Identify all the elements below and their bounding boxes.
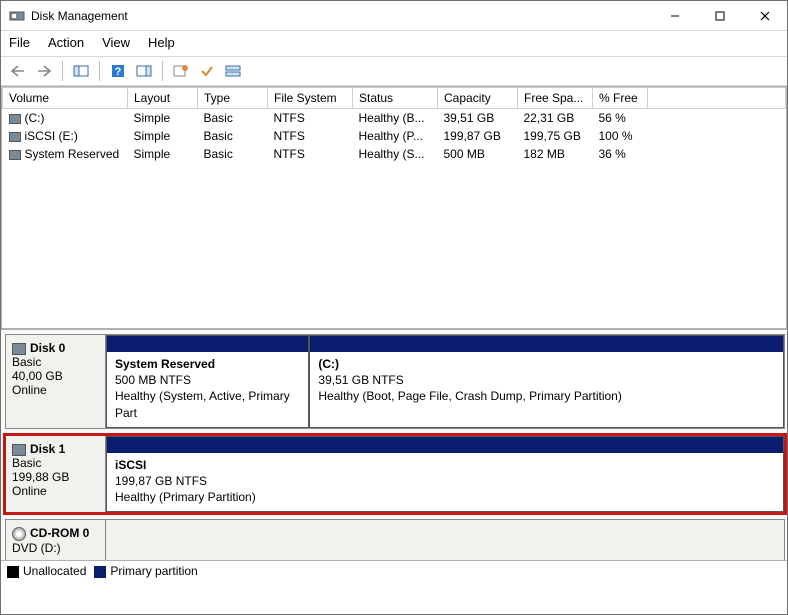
cdrom-icon — [12, 527, 26, 541]
menubar: File Action View Help — [1, 31, 787, 57]
volume-table: Volume Layout Type File System Status Ca… — [2, 87, 786, 163]
titlebar: Disk Management — [1, 1, 787, 31]
col-freespace[interactable]: Free Spa... — [518, 88, 593, 109]
partition[interactable]: (C:)39,51 GB NTFSHealthy (Boot, Page Fil… — [309, 335, 784, 428]
swatch-unallocated — [7, 566, 19, 578]
partition[interactable]: System Reserved500 MB NTFSHealthy (Syste… — [106, 335, 309, 428]
help-button[interactable]: ? — [107, 60, 129, 82]
column-header-row: Volume Layout Type File System Status Ca… — [3, 88, 786, 109]
col-volume[interactable]: Volume — [3, 88, 128, 109]
menu-action[interactable]: Action — [48, 35, 84, 50]
disk-icon — [12, 343, 26, 355]
volume-row[interactable]: (C:)SimpleBasicNTFSHealthy (B...39,51 GB… — [3, 109, 786, 128]
volume-row[interactable]: iSCSI (E:)SimpleBasicNTFSHealthy (P...19… — [3, 127, 786, 145]
refresh-button[interactable] — [170, 60, 192, 82]
action-pane-button[interactable] — [133, 60, 155, 82]
disk-partitions — [106, 520, 784, 560]
toolbar-separator — [99, 61, 100, 81]
disk-row[interactable]: CD-ROM 0DVD (D:) — [5, 519, 785, 560]
col-layout[interactable]: Layout — [128, 88, 198, 109]
disk-info: Disk 0Basic40,00 GBOnline — [6, 335, 106, 428]
col-filesystem[interactable]: File System — [268, 88, 353, 109]
disk-row[interactable]: Disk 0Basic40,00 GBOnlineSystem Reserved… — [5, 334, 785, 429]
legend: Unallocated Primary partition — [1, 560, 787, 581]
forward-button[interactable] — [33, 60, 55, 82]
volume-icon — [9, 114, 21, 124]
minimize-button[interactable] — [652, 1, 697, 30]
partition-body: (C:)39,51 GB NTFSHealthy (Boot, Page Fil… — [310, 352, 783, 411]
disk-partitions: iSCSI199,87 GB NTFSHealthy (Primary Part… — [106, 436, 784, 513]
view-layout-button[interactable] — [222, 60, 244, 82]
volume-icon — [9, 132, 21, 142]
disk-icon — [12, 444, 26, 456]
close-button[interactable] — [742, 1, 787, 30]
col-spacer — [648, 88, 786, 109]
window-controls — [652, 1, 787, 30]
settings-button[interactable] — [196, 60, 218, 82]
partition[interactable]: iSCSI199,87 GB NTFSHealthy (Primary Part… — [106, 436, 784, 513]
partition-body: System Reserved500 MB NTFSHealthy (Syste… — [107, 352, 308, 427]
svg-text:?: ? — [115, 66, 122, 78]
partition-stripe — [107, 336, 308, 352]
window-title: Disk Management — [31, 9, 652, 23]
legend-primary-label: Primary partition — [110, 564, 197, 578]
col-type[interactable]: Type — [198, 88, 268, 109]
menu-view[interactable]: View — [102, 35, 130, 50]
disk-partitions: System Reserved500 MB NTFSHealthy (Syste… — [106, 335, 784, 428]
disk-row[interactable]: Disk 1Basic199,88 GBOnlineiSCSI199,87 GB… — [5, 435, 785, 514]
disk-graphical-pane[interactable]: Disk 0Basic40,00 GBOnlineSystem Reserved… — [1, 329, 787, 560]
disk-info: Disk 1Basic199,88 GBOnline — [6, 436, 106, 513]
volume-row[interactable]: System ReservedSimpleBasicNTFSHealthy (S… — [3, 145, 786, 163]
partition-body: iSCSI199,87 GB NTFSHealthy (Primary Part… — [107, 453, 783, 512]
menu-help[interactable]: Help — [148, 35, 175, 50]
col-status[interactable]: Status — [353, 88, 438, 109]
maximize-button[interactable] — [697, 1, 742, 30]
show-hide-console-tree-button[interactable] — [70, 60, 92, 82]
legend-unallocated-label: Unallocated — [23, 564, 86, 578]
toolbar-separator — [62, 61, 63, 81]
back-button[interactable] — [7, 60, 29, 82]
app-icon — [9, 8, 25, 24]
disk-info: CD-ROM 0DVD (D:) — [6, 520, 106, 560]
col-capacity[interactable]: Capacity — [438, 88, 518, 109]
swatch-primary — [94, 566, 106, 578]
legend-unallocated: Unallocated — [7, 564, 86, 578]
volume-list-pane[interactable]: Volume Layout Type File System Status Ca… — [1, 86, 787, 329]
volume-icon — [9, 150, 21, 160]
toolbar-separator — [162, 61, 163, 81]
col-pctfree[interactable]: % Free — [593, 88, 648, 109]
partition-stripe — [310, 336, 783, 352]
menu-file[interactable]: File — [9, 35, 30, 50]
toolbar: ? — [1, 57, 787, 86]
partition-stripe — [107, 437, 783, 453]
legend-primary: Primary partition — [94, 564, 197, 578]
